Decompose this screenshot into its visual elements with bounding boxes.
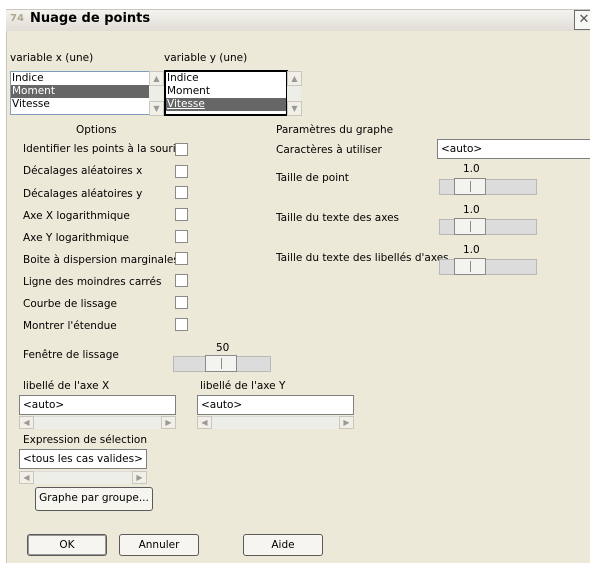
scroll-down-icon[interactable]: ▼ (287, 101, 302, 116)
list-item[interactable]: Indice (11, 72, 149, 85)
option-checkbox[interactable] (175, 186, 188, 199)
scroll-left-icon[interactable]: ◀ (197, 416, 212, 429)
axis-text-size-value: 1.0 (463, 204, 480, 216)
option-label: Ligne des moindres carrés (23, 276, 162, 288)
scroll-right-icon[interactable]: ▶ (161, 416, 176, 429)
list-item[interactable]: Indice (166, 72, 286, 85)
variable-x-list[interactable]: Indice Moment Vitesse (10, 71, 150, 115)
x-axis-label-scrollbar[interactable]: ◀ ▶ (19, 416, 176, 429)
option-label: Décalages aléatoires y (23, 188, 143, 200)
list-item[interactable]: Moment (166, 85, 286, 98)
variable-x-label: variable x (une) (10, 52, 94, 64)
axis-label-size-slider-thumb[interactable] (454, 258, 486, 275)
graph-params-heading: Paramètres du graphe (276, 124, 394, 136)
option-checkbox[interactable] (175, 318, 188, 331)
selection-label: Expression de sélection (23, 434, 147, 446)
chars-input[interactable]: <auto> (437, 139, 590, 159)
y-axis-label-label: libellé de l'axe Y (200, 380, 286, 392)
cancel-button[interactable]: Annuler (119, 534, 199, 556)
scroll-down-icon[interactable]: ▼ (149, 101, 164, 116)
window-title: Nuage de points (30, 11, 151, 26)
smoothing-label: Fenêtre de lissage (23, 349, 119, 361)
smoothing-slider-thumb[interactable] (205, 355, 237, 372)
scroll-left-icon[interactable]: ◀ (19, 471, 34, 484)
variable-y-scrollbar[interactable]: ▲ ▼ (287, 71, 302, 116)
variable-x-scrollbar[interactable]: ▲ ▼ (149, 71, 164, 116)
point-size-slider-thumb[interactable] (454, 178, 486, 195)
point-size-label: Taille de point (276, 172, 349, 184)
y-axis-label-scrollbar[interactable]: ◀ ▶ (197, 416, 354, 429)
x-axis-label-label: libellé de l'axe X (23, 380, 110, 392)
list-item-selected[interactable]: Moment (11, 85, 149, 98)
variable-y-list[interactable]: Indice Moment Vitesse (164, 70, 288, 116)
scroll-left-icon[interactable]: ◀ (19, 416, 34, 429)
option-label: Courbe de lissage (23, 298, 117, 310)
list-item[interactable]: Vitesse (11, 98, 149, 111)
option-checkbox[interactable] (175, 252, 188, 265)
point-size-value: 1.0 (463, 163, 480, 175)
scroll-up-icon[interactable]: ▲ (287, 71, 302, 86)
option-checkbox[interactable] (175, 143, 188, 156)
app-icon: 74 (10, 13, 24, 24)
option-label: Identifier les points à la souris (23, 143, 182, 155)
option-checkbox[interactable] (175, 296, 188, 309)
option-checkbox[interactable] (175, 230, 188, 243)
options-heading: Options (76, 124, 117, 136)
y-axis-label-input[interactable]: <auto> (197, 395, 354, 415)
close-icon: ✕ (578, 12, 590, 27)
axis-text-size-label: Taille du texte des axes (276, 212, 400, 224)
help-button[interactable]: Aide (243, 534, 323, 556)
ok-button[interactable]: OK (27, 534, 107, 556)
selection-input[interactable]: <tous les cas valides> (19, 449, 147, 469)
option-label: Boite à dispersion marginales (23, 254, 179, 266)
option-label: Axe Y logarithmique (23, 232, 129, 244)
close-button[interactable]: ✕ (574, 10, 590, 30)
scroll-right-icon[interactable]: ▶ (339, 416, 354, 429)
option-checkbox[interactable] (175, 274, 188, 287)
scroll-right-icon[interactable]: ▶ (132, 471, 147, 484)
scroll-up-icon[interactable]: ▲ (149, 71, 164, 86)
graph-by-group-button[interactable]: Graphe par groupe... (35, 487, 153, 511)
option-label: Décalages aléatoires x (23, 165, 143, 177)
option-label: Montrer l'étendue (23, 320, 117, 332)
selection-scrollbar[interactable]: ◀ ▶ (19, 471, 147, 484)
axis-label-size-label: Taille du texte des libellés d'axes (276, 252, 449, 264)
option-label: Axe X logarithmique (23, 210, 130, 222)
chars-label: Caractères à utiliser (276, 144, 382, 156)
axis-label-size-value: 1.0 (463, 244, 480, 256)
x-axis-label-input[interactable]: <auto> (19, 395, 176, 415)
option-checkbox[interactable] (175, 165, 188, 178)
dialog-body: variable x (une) Indice Moment Vitesse ▲… (6, 31, 590, 563)
variable-y-label: variable y (une) (164, 52, 248, 64)
option-checkbox[interactable] (175, 208, 188, 221)
axis-text-size-slider-thumb[interactable] (454, 218, 486, 235)
smoothing-value: 50 (216, 342, 230, 354)
list-item-selected[interactable]: Vitesse (166, 98, 286, 111)
